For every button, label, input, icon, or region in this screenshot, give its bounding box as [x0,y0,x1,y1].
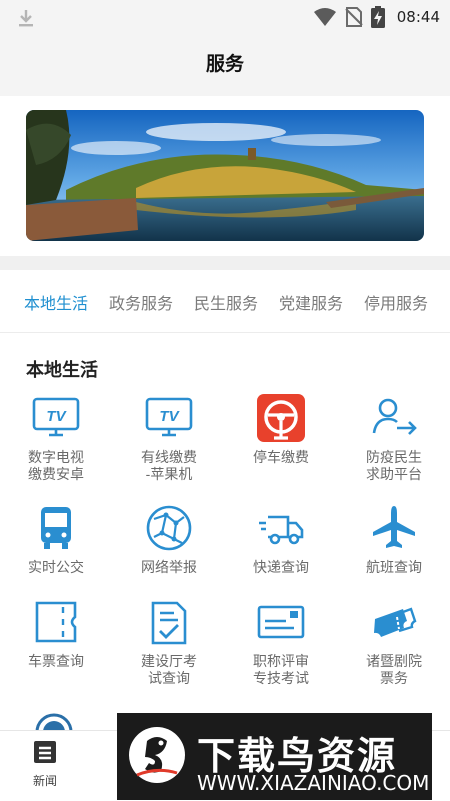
service-label: 有线缴费 -苹果机 [141,449,197,482]
service-label: 职称评审 专技考试 [253,653,309,686]
battery-charging-icon [370,6,385,28]
news-icon [34,741,56,763]
tab-livelihood-services[interactable]: 民生服务 [194,290,258,314]
banner-image[interactable] [26,110,424,241]
tab-local-life[interactable]: 本地生活 [24,290,88,314]
service-label: 车票查询 [28,653,84,669]
service-network-report[interactable]: 网络举报 [119,503,219,576]
theater-tickets-icon [374,607,417,637]
service-digital-tv-android[interactable]: TV 数字电视 缴费安卓 [6,393,106,483]
watermark-banner: 下载鸟资源 WWW.XIAZAINIAO.COM [117,713,432,800]
bus-icon [41,507,71,549]
status-time: 08:44 [396,8,440,26]
person-arrow-icon [372,398,417,435]
service-label: 建设厅考 试查询 [141,653,197,686]
service-realtime-bus[interactable]: 实时公交 [6,503,106,576]
service-label: 航班查询 [366,559,422,575]
tv-icon: TV [145,397,193,437]
service-ticket-query[interactable]: 车票查询 [6,597,106,670]
status-bar: 08:44 [0,0,450,34]
service-label: 数字电视 缴费安卓 [28,449,84,482]
service-parking-payment[interactable]: 停车缴费 [231,393,331,466]
tab-government-services[interactable]: 政务服务 [109,290,173,314]
service-construction-exam-query[interactable]: 建设厅考 试查询 [119,597,219,687]
watermark-url: WWW.XIAZAINIAO.COM [197,771,430,795]
parking-icon [257,394,305,442]
certificate-card-icon [257,605,305,639]
service-label: 网络举报 [141,559,197,575]
category-tabs: 本地生活 政务服务 民生服务 党建服务 停用服务 [0,270,450,333]
tab-party-services[interactable]: 党建服务 [279,290,343,314]
service-epidemic-help[interactable]: 防疫民生 求助平台 [344,393,444,483]
ticket-icon [35,601,77,643]
service-zhuji-theater-tickets[interactable]: 诸暨剧院 票务 [344,597,444,687]
bird-logo-icon [129,727,185,783]
nav-news-label: 新闻 [32,774,57,788]
svg-text:TV: TV [46,408,67,425]
tv-icon: TV [32,397,80,437]
clipboard-check-icon [151,601,187,645]
delivery-truck-icon [259,515,304,545]
section-title: 本地生活 [26,360,98,380]
title-bar: 服务 [0,34,450,96]
service-label: 诸暨剧院 票务 [366,653,422,686]
download-icon [19,10,33,27]
service-label: 停车缴费 [253,449,309,465]
tab-disabled-services[interactable]: 停用服务 [364,290,428,314]
nav-news[interactable]: 新闻 [28,739,62,789]
service-express-query[interactable]: 快递查询 [231,503,331,576]
section-divider [0,256,450,270]
service-flight-query[interactable]: 航班查询 [344,503,444,576]
airplane-icon [373,506,415,548]
page-title: 服务 [205,54,244,75]
no-sim-icon [345,7,363,27]
partial-service-icon [34,712,74,732]
service-label: 防疫民生 求助平台 [366,449,422,482]
service-label: 实时公交 [28,559,84,575]
service-title-review-exam[interactable]: 职称评审 专技考试 [231,597,331,687]
wifi-icon [313,8,336,26]
landscape-photo [26,110,424,241]
svg-text:TV: TV [159,408,180,425]
service-label: 快递查询 [253,559,309,575]
service-cable-payment-apple[interactable]: TV 有线缴费 -苹果机 [119,393,219,483]
network-globe-icon [146,505,192,551]
